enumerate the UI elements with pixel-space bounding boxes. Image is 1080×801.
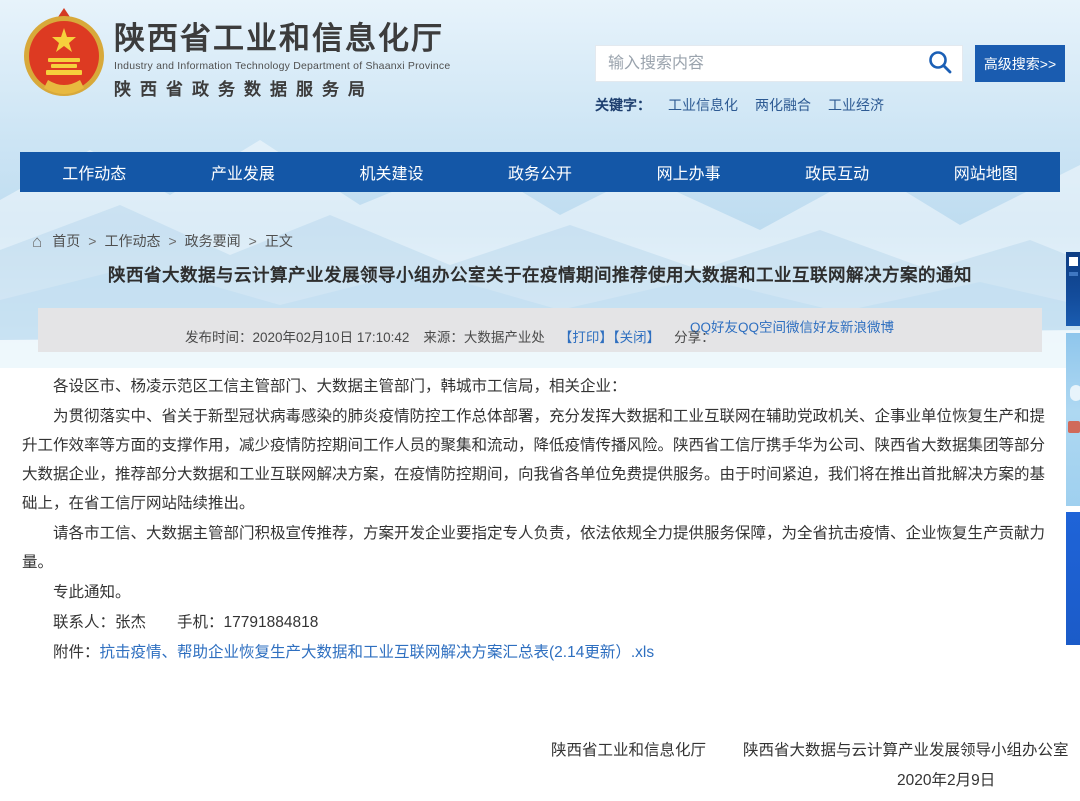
floating-banner-bottom[interactable] [1066, 512, 1080, 645]
banner-glyph-fragment [1069, 257, 1078, 266]
paragraph: 各设区市、杨凌示范区工信主管部门、大数据主管部门，韩城市工信局，相关企业： [22, 372, 1058, 401]
keywords-label: 关键字： [595, 97, 651, 113]
keyword-link-2[interactable]: 两化融合 [755, 97, 811, 113]
nav-item-work-news[interactable]: 工作动态 [20, 152, 169, 192]
search-button[interactable] [918, 46, 962, 81]
breadcrumb-gov-news[interactable]: 政务要闻 [185, 231, 241, 251]
nav-item-gov-disclosure[interactable]: 政务公开 [466, 152, 615, 192]
site-subtitle: 陕西省政务数据服务局 [114, 75, 450, 100]
search-box [595, 45, 963, 82]
attachment-link[interactable]: 抗击疫情、帮助企业恢复生产大数据和工业互联网解决方案汇总表(2.14更新）.xl… [100, 644, 655, 661]
nav-item-agency-building[interactable]: 机关建设 [317, 152, 466, 192]
floating-banner-middle[interactable] [1066, 333, 1080, 506]
share-services: QQ好友QQ空间微信好友新浪微博 [690, 316, 894, 336]
breadcrumb-separator: > [249, 233, 257, 249]
paragraph: 请各市工信、大数据主管部门积极宣传推荐，方案开发企业要指定专人负责，依法依规全力… [22, 519, 1058, 577]
article-meta-line: 发布时间：2020年02月10日 17:10:42 来源：大数据产业处【打印】【关… [185, 326, 715, 346]
publish-time-label: 发布时间： [185, 330, 253, 345]
source-value: 大数据产业处 [464, 330, 545, 345]
article-body: 各设区市、杨凌示范区工信主管部门、大数据主管部门，韩城市工信局，相关企业： 为贯… [0, 366, 1080, 668]
nav-item-sitemap[interactable]: 网站地图 [911, 152, 1060, 192]
signature-office: 陕西省大数据与云计算产业发展领导小组办公室 [743, 738, 1069, 760]
nav-item-online-services[interactable]: 网上办事 [614, 152, 763, 192]
article-title: 陕西省大数据与云计算产业发展领导小组办公室关于在疫情期间推荐使用大数据和工业互联… [0, 262, 1080, 287]
site-branding: 陕西省工业和信息化厅 Industry and Information Tech… [114, 22, 450, 100]
keyword-link-3[interactable]: 工业经济 [828, 97, 884, 113]
keyword-link-1[interactable]: 工业信息化 [668, 97, 738, 113]
share-weibo[interactable]: 新浪微博 [840, 320, 894, 335]
paragraph: 为贯彻落实中、省关于新型冠状病毒感染的肺炎疫情防控工作总体部署，充分发挥大数据和… [22, 402, 1058, 518]
home-icon: ⌂ [32, 233, 42, 250]
search-input[interactable] [596, 46, 918, 81]
site-title: 陕西省工业和信息化厅 [114, 22, 450, 56]
attachment-line: 附件：抗击疫情、帮助企业恢复生产大数据和工业互联网解决方案汇总表(2.14更新）… [22, 638, 1058, 667]
close-button[interactable]: 【关闭】 [613, 330, 660, 345]
paragraph: 专此通知。 [22, 578, 1058, 607]
banner-illustration-fragment [1070, 385, 1080, 401]
share-label: 分享： [674, 330, 715, 345]
contact-line: 联系人：张杰 手机：17791884818 [22, 608, 1058, 637]
main-nav: 工作动态 产业发展 机关建设 政务公开 网上办事 政民互动 网站地图 [20, 152, 1060, 192]
breadcrumb-work-news[interactable]: 工作动态 [104, 231, 160, 251]
breadcrumb-current: 正文 [265, 231, 293, 251]
advanced-search-button[interactable]: 高级搜索>> [975, 45, 1065, 82]
signature-department: 陕西省工业和信息化厅 [551, 738, 706, 760]
article-meta-bar: QQ好友QQ空间微信好友新浪微博 发布时间：2020年02月10日 17:10:… [38, 308, 1042, 352]
signature-date: 2020年2月9日 [897, 768, 995, 790]
attachment-label: 附件： [53, 644, 100, 661]
search-icon [927, 49, 953, 78]
source-label: 来源： [423, 330, 464, 345]
breadcrumb: ⌂ 首页 > 工作动态 > 政务要闻 > 正文 [32, 231, 293, 251]
share-wechat[interactable]: 微信好友 [786, 320, 840, 335]
breadcrumb-separator: > [168, 233, 176, 249]
page: 陕西省工业和信息化厅 Industry and Information Tech… [0, 0, 1080, 801]
banner-illustration-fragment [1068, 421, 1080, 433]
search-keywords: 关键字： 工业信息化 两化融合 工业经济 [595, 95, 884, 115]
breadcrumb-home[interactable]: 首页 [52, 231, 80, 251]
nav-item-industry-dev[interactable]: 产业发展 [169, 152, 318, 192]
print-button[interactable]: 【打印】 [559, 330, 613, 345]
banner-glyph-fragment [1069, 272, 1078, 276]
national-emblem-icon [22, 6, 106, 100]
site-title-english: Industry and Information Technology Depa… [114, 60, 450, 72]
breadcrumb-separator: > [88, 233, 96, 249]
publish-time: 2020年02月10日 17:10:42 [253, 330, 410, 345]
floating-banner-top[interactable] [1066, 252, 1080, 326]
nav-item-public-interaction[interactable]: 政民互动 [763, 152, 912, 192]
share-qzone[interactable]: QQ空间 [738, 320, 786, 335]
